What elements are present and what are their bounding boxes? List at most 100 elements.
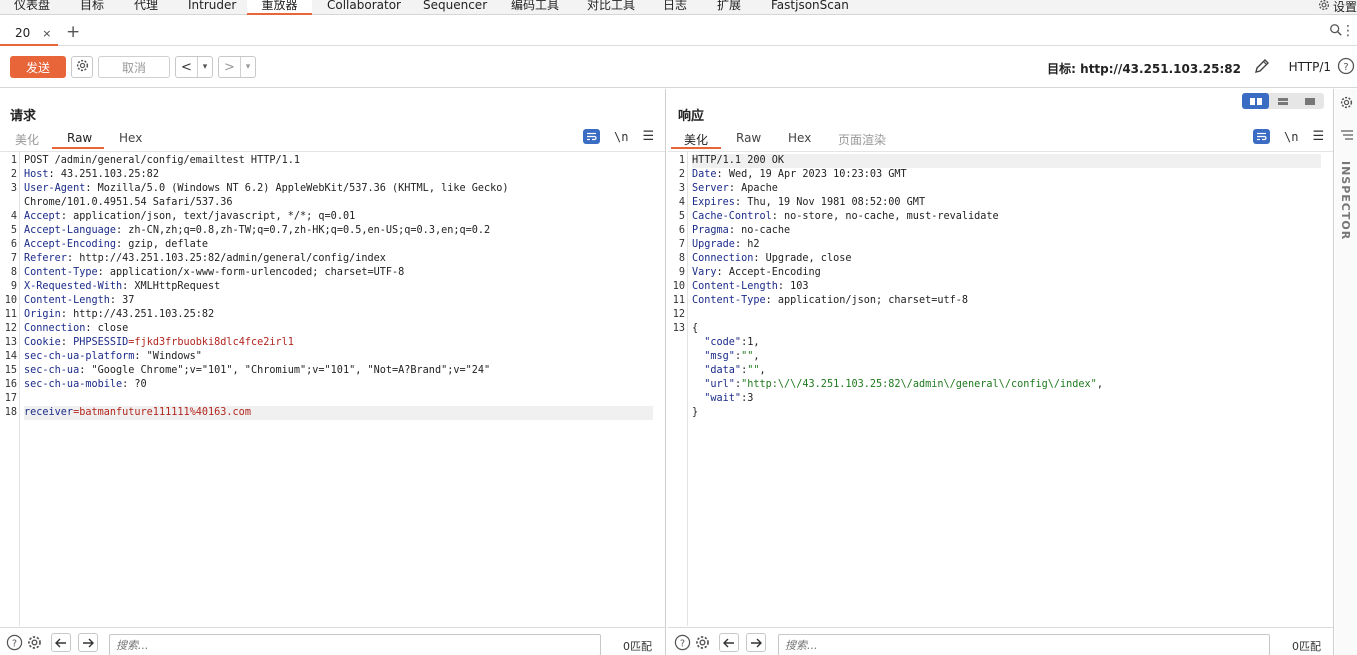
header-value: : close — [85, 323, 129, 334]
code-line: 10 Content-Length: 37 — [0, 294, 665, 308]
response-editor[interactable]: 1 HTTP/1.1 200 OK 2 Date: Wed, 19 Apr 2023 … — [668, 151, 1333, 626]
response-panel: 响应 美化 Raw Hex 页面渲染 \n ☰ 1 HTTP/1.1 200 OK… — [668, 89, 1334, 655]
code-line: 2 Date: Wed, 19 Apr 2023 10:23:03 GMT — [668, 168, 1333, 182]
split-horizontal-icon[interactable] — [1242, 93, 1270, 109]
help-icon[interactable]: ? — [674, 634, 691, 654]
back-button[interactable]: < — [176, 57, 198, 77]
line-content: Accept: application/json, text/javascrip… — [24, 210, 355, 224]
forward-history-dropdown[interactable]: ▾ — [241, 57, 255, 77]
header-name: Accept-Encoding — [24, 239, 117, 250]
single-panel-icon[interactable] — [1297, 93, 1324, 109]
send-button[interactable]: 发送 — [10, 56, 66, 78]
request-search-bar: ? 0匹配 — [0, 627, 665, 655]
header-name: "data" — [692, 365, 742, 376]
tab-intruder[interactable]: Intruder — [188, 0, 236, 15]
code-line: "data":"", — [668, 364, 1333, 378]
line-number: 5 — [10, 225, 17, 236]
split-vertical-icon[interactable] — [1269, 93, 1296, 109]
back-history-dropdown[interactable]: ▾ — [198, 57, 212, 77]
word-wrap-icon[interactable] — [583, 129, 600, 144]
search-previous-button[interactable] — [51, 633, 71, 652]
gear-icon[interactable] — [694, 634, 711, 654]
tab-repeater[interactable]: 重放器 — [247, 0, 312, 15]
request-editor[interactable]: 1 POST /admin/general/config/emailtest HT… — [0, 151, 665, 626]
header-name: sec-ch-ua-platform — [24, 351, 135, 362]
line-number: 2 — [678, 169, 685, 180]
line-number: 1 — [10, 155, 17, 166]
tab-sequencer[interactable]: Sequencer — [423, 0, 487, 15]
menu-icon[interactable]: ☰ — [1312, 129, 1324, 144]
search-next-button[interactable] — [78, 633, 98, 652]
line-number: 7 — [678, 239, 685, 250]
add-tab-button[interactable]: + — [66, 22, 80, 42]
tab-pretty[interactable]: 美化 — [15, 131, 39, 149]
tab-comparer[interactable]: 对比工具 — [587, 0, 635, 15]
header-value: : application/json; charset=utf-8 — [765, 295, 969, 306]
inspector-sidebar[interactable]: INSPECTOR — [1335, 89, 1357, 655]
pencil-icon[interactable] — [1253, 57, 1271, 78]
show-newlines-toggle[interactable]: \n — [614, 130, 628, 144]
request-title: 请求 — [10, 109, 37, 124]
code-line: 1 POST /admin/general/config/emailtest HT… — [0, 154, 665, 168]
line-number: 10 — [4, 295, 17, 306]
header-value: : Accept-Encoding — [716, 267, 821, 278]
gear-icon[interactable] — [26, 634, 43, 654]
code-line: 9 Vary: Accept-Encoding — [668, 266, 1333, 280]
close-icon[interactable]: × — [42, 27, 51, 40]
menu-icon[interactable]: ☰ — [642, 129, 654, 144]
forward-button[interactable]: > — [219, 57, 241, 77]
send-settings-button[interactable] — [71, 56, 93, 78]
repeater-tab-20[interactable]: 20 × — [0, 22, 58, 46]
tab-raw[interactable]: Raw — [736, 131, 761, 149]
cancel-button[interactable]: 取消 — [98, 56, 170, 78]
header-value: :1, — [741, 337, 760, 348]
tab-extensions[interactable]: 扩展 — [717, 0, 741, 15]
line-content: Cookie: PHPSESSID=fjkd3frbuobki8dlc4fce2… — [24, 336, 294, 350]
tab-proxy[interactable]: 代理 — [134, 0, 158, 15]
search-previous-button[interactable] — [719, 633, 739, 652]
line-content: Accept-Encoding: gzip, deflate — [24, 238, 208, 252]
word-wrap-icon[interactable] — [1253, 129, 1270, 144]
code-line: 10 Content-Length: 103 — [668, 280, 1333, 294]
code-line: 15 sec-ch-ua: "Google Chrome";v="101", "C… — [0, 364, 665, 378]
header-name: Server — [692, 183, 729, 194]
search-input[interactable] — [778, 634, 1270, 655]
tab-collaborator[interactable]: Collaborator — [327, 0, 401, 15]
header-name: sec-ch-ua-mobile — [24, 379, 123, 390]
header-value: : Upgrade, close — [753, 253, 852, 264]
tab-hex[interactable]: Hex — [788, 131, 811, 149]
line-number: 17 — [4, 393, 17, 404]
header-value: : Wed, 19 Apr 2023 10:23:03 GMT — [716, 169, 907, 180]
more-options-icon[interactable]: ⋮ — [1341, 22, 1355, 40]
tab-dashboard[interactable]: 仪表盘 — [14, 0, 50, 15]
line-content: Cache-Control: no-store, no-cache, must-… — [692, 210, 999, 224]
header-value: : ?0 — [122, 379, 147, 390]
header-value: } — [692, 407, 699, 418]
gear-icon[interactable] — [1339, 95, 1354, 113]
code-line: } — [668, 406, 1333, 420]
search-input[interactable] — [109, 634, 601, 655]
tab-fastjsonscan[interactable]: FastjsonScan — [771, 0, 849, 15]
filter-icon[interactable] — [1341, 129, 1353, 143]
show-newlines-toggle[interactable]: \n — [1284, 130, 1298, 144]
settings-button[interactable]: 设置 — [1317, 0, 1357, 15]
line-content: Accept-Language: zh-CN,zh;q=0.8,zh-TW;q=… — [24, 224, 490, 238]
header-value: : no-store, no-cache, must-revalidate — [771, 211, 999, 222]
tab-target[interactable]: 目标 — [80, 0, 104, 15]
help-icon[interactable]: ? — [6, 634, 23, 654]
code-line: "code":1, — [668, 336, 1333, 350]
code-line: 12 Connection: close — [0, 322, 665, 336]
tab-render[interactable]: 页面渲染 — [838, 131, 886, 149]
code-line: 12 — [668, 308, 1333, 322]
tab-decoder[interactable]: 编码工具 — [511, 0, 559, 15]
http-version-label[interactable]: HTTP/1 — [1289, 60, 1331, 74]
line-content: User-Agent: Mozilla/5.0 (Windows NT 6.2)… — [24, 182, 509, 196]
search-next-button[interactable] — [746, 633, 766, 652]
help-icon[interactable]: ? — [1337, 57, 1355, 78]
tab-hex[interactable]: Hex — [119, 131, 142, 149]
header-value: : "Windows" — [134, 351, 202, 362]
tab-logger[interactable]: 日志 — [663, 0, 687, 15]
header-value: : gzip, deflate — [116, 239, 209, 250]
code-line: 11 Origin: http://43.251.103.25:82 — [0, 308, 665, 322]
punctuation: , — [753, 351, 760, 362]
